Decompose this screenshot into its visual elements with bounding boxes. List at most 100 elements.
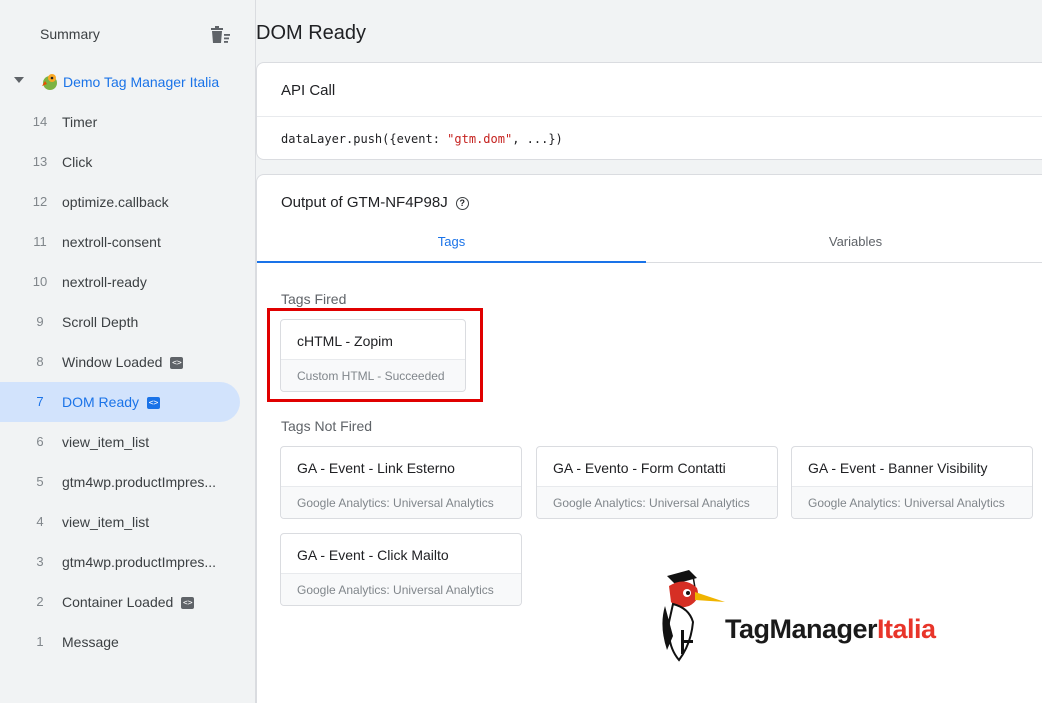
caret-down-icon[interactable]	[14, 77, 24, 83]
event-name-text: Scroll Depth	[62, 314, 139, 330]
event-item[interactable]: 1 Message	[0, 622, 240, 662]
event-number: 5	[36, 474, 44, 489]
event-number: 12	[32, 194, 48, 209]
event-name-text: view_item_list	[62, 434, 150, 450]
tag-type: Google Analytics: Universal Analytics	[297, 583, 494, 597]
tag-manager-italia-logo: TagManagerItalia	[655, 566, 995, 666]
api-call-code: dataLayer.push({event: "gtm.dom", ...})	[281, 132, 563, 146]
event-name-text: Click	[62, 154, 93, 170]
tag-type: Google Analytics: Universal Analytics	[808, 496, 1005, 510]
tag-footer: Google Analytics: Universal Analytics	[537, 486, 777, 518]
event-name-text: DOM Ready	[62, 394, 140, 410]
event-name: Scroll Depth	[62, 314, 138, 330]
event-number: 8	[36, 354, 44, 369]
summary-label: Summary	[40, 26, 100, 42]
code-suffix: , ...})	[512, 132, 563, 146]
tag-type: Google Analytics: Universal Analytics	[553, 496, 750, 510]
event-item[interactable]: 6 view_item_list	[0, 422, 240, 462]
code-event-icon: <>	[181, 597, 195, 610]
api-call-title: API Call	[281, 82, 336, 99]
brand-text-part-b: Italia	[877, 614, 936, 644]
tag-type: Google Analytics: Universal Analytics	[297, 496, 494, 510]
event-name: nextroll-consent	[62, 234, 161, 250]
event-name: Container Loaded <>	[62, 594, 195, 610]
container-name: Demo Tag Manager Italia	[63, 74, 220, 90]
output-title-text: Output of GTM-NF4P98J	[281, 194, 448, 211]
event-name-text: gtm4wp.productImpres...	[62, 474, 217, 490]
event-name: DOM Ready <>	[62, 394, 161, 410]
brand-text-part-a: TagManager	[725, 614, 878, 644]
event-name-text: Window Loaded	[62, 354, 163, 370]
container-row[interactable]: Demo Tag Manager Italia	[0, 64, 256, 100]
tag-footer: Google Analytics: Universal Analytics	[281, 486, 521, 518]
event-name-text: optimize.callback	[62, 194, 169, 210]
event-name-text: nextroll-consent	[62, 234, 161, 250]
tag-card-not-fired[interactable]: GA - Event - Banner Visibility Google An…	[791, 446, 1033, 519]
event-number: 13	[32, 154, 48, 169]
tag-card-not-fired[interactable]: GA - Event - Link Esterno Google Analyti…	[280, 446, 522, 519]
event-item[interactable]: 2 Container Loaded <>	[0, 582, 240, 622]
event-name-text: Timer	[62, 114, 98, 130]
help-icon[interactable]: ?	[455, 197, 469, 210]
event-name-text: Container Loaded	[62, 594, 174, 610]
tag-footer: Google Analytics: Universal Analytics	[281, 573, 521, 605]
woodpecker-mascot-icon	[662, 570, 725, 662]
sidebar: Summary Demo Tag Manager Italia 14 Timer 1…	[0, 0, 256, 703]
highlight-annotation-box	[267, 308, 483, 402]
event-name-text: gtm4wp.productImpres...	[62, 554, 217, 570]
tab-variables[interactable]: Variables	[661, 221, 1042, 263]
code-event-string: "gtm.dom"	[447, 132, 513, 146]
event-name: view_item_list	[62, 514, 149, 530]
event-number: 9	[36, 314, 44, 329]
tag-card-not-fired[interactable]: GA - Evento - Form Contatti Google Analy…	[536, 446, 778, 519]
event-item[interactable]: 13 Click	[0, 142, 240, 182]
event-number: 7	[36, 394, 44, 409]
event-name: nextroll-ready	[62, 274, 147, 290]
event-item[interactable]: 11 nextroll-consent	[0, 222, 240, 262]
event-number: 2	[36, 594, 44, 609]
tag-name: GA - Event - Click Mailto	[297, 547, 449, 563]
tag-card-not-fired[interactable]: GA - Event - Click Mailto Google Analyti…	[280, 533, 522, 606]
event-number: 11	[33, 234, 47, 249]
event-name: Click	[62, 154, 92, 170]
output-tabs: Tags Variables	[257, 221, 1042, 263]
event-item[interactable]: 5 gtm4wp.productImpres...	[0, 462, 240, 502]
event-item[interactable]: 4 view_item_list	[0, 502, 240, 542]
event-item[interactable]: 10 nextroll-ready	[0, 262, 240, 302]
event-name-text: Message	[62, 634, 119, 650]
event-name-text: view_item_list	[62, 514, 150, 530]
event-name: gtm4wp.productImpres...	[62, 474, 216, 490]
event-name-text: nextroll-ready	[62, 274, 147, 290]
event-list: 14 Timer 13 Click 12 optimize.callback 11 nextr…	[0, 102, 256, 662]
event-number: 3	[36, 554, 44, 569]
summary-row[interactable]: Summary	[0, 14, 256, 54]
divider	[257, 116, 1042, 117]
code-event-icon: <>	[147, 397, 161, 410]
event-item[interactable]: 14 Timer	[0, 102, 240, 142]
event-item[interactable]: 9 Scroll Depth	[0, 302, 240, 342]
container-logo-icon	[42, 74, 57, 90]
output-title: Output of GTM-NF4P98J?	[281, 194, 469, 211]
api-call-card: API Call dataLayer.push({event: "gtm.dom…	[256, 62, 1042, 160]
tag-name: GA - Event - Banner Visibility	[808, 460, 988, 476]
event-item[interactable]: 3 gtm4wp.productImpres...	[0, 542, 240, 582]
event-item[interactable]: 8 Window Loaded <>	[0, 342, 240, 382]
tags-fired-heading: Tags Fired	[281, 291, 347, 307]
event-name: gtm4wp.productImpres...	[62, 554, 216, 570]
event-item[interactable]: 7 DOM Ready <>	[0, 382, 240, 422]
tab-tags[interactable]: Tags	[257, 221, 646, 263]
event-number: 4	[36, 514, 44, 529]
tag-footer: Google Analytics: Universal Analytics	[792, 486, 1032, 518]
clear-messages-icon[interactable]	[208, 24, 232, 46]
tag-name: GA - Event - Link Esterno	[297, 460, 455, 476]
event-name: optimize.callback	[62, 194, 169, 210]
page-title: DOM Ready	[256, 22, 367, 44]
tags-not-fired-heading: Tags Not Fired	[281, 418, 373, 434]
event-number: 6	[36, 434, 44, 449]
event-item[interactable]: 12 optimize.callback	[0, 182, 240, 222]
brand-wordmark: TagManagerItalia	[725, 614, 936, 645]
event-number: 14	[32, 114, 48, 129]
tag-name: GA - Evento - Form Contatti	[553, 460, 726, 476]
event-name: Window Loaded <>	[62, 354, 184, 370]
code-prefix: dataLayer.push({event:	[281, 132, 448, 146]
